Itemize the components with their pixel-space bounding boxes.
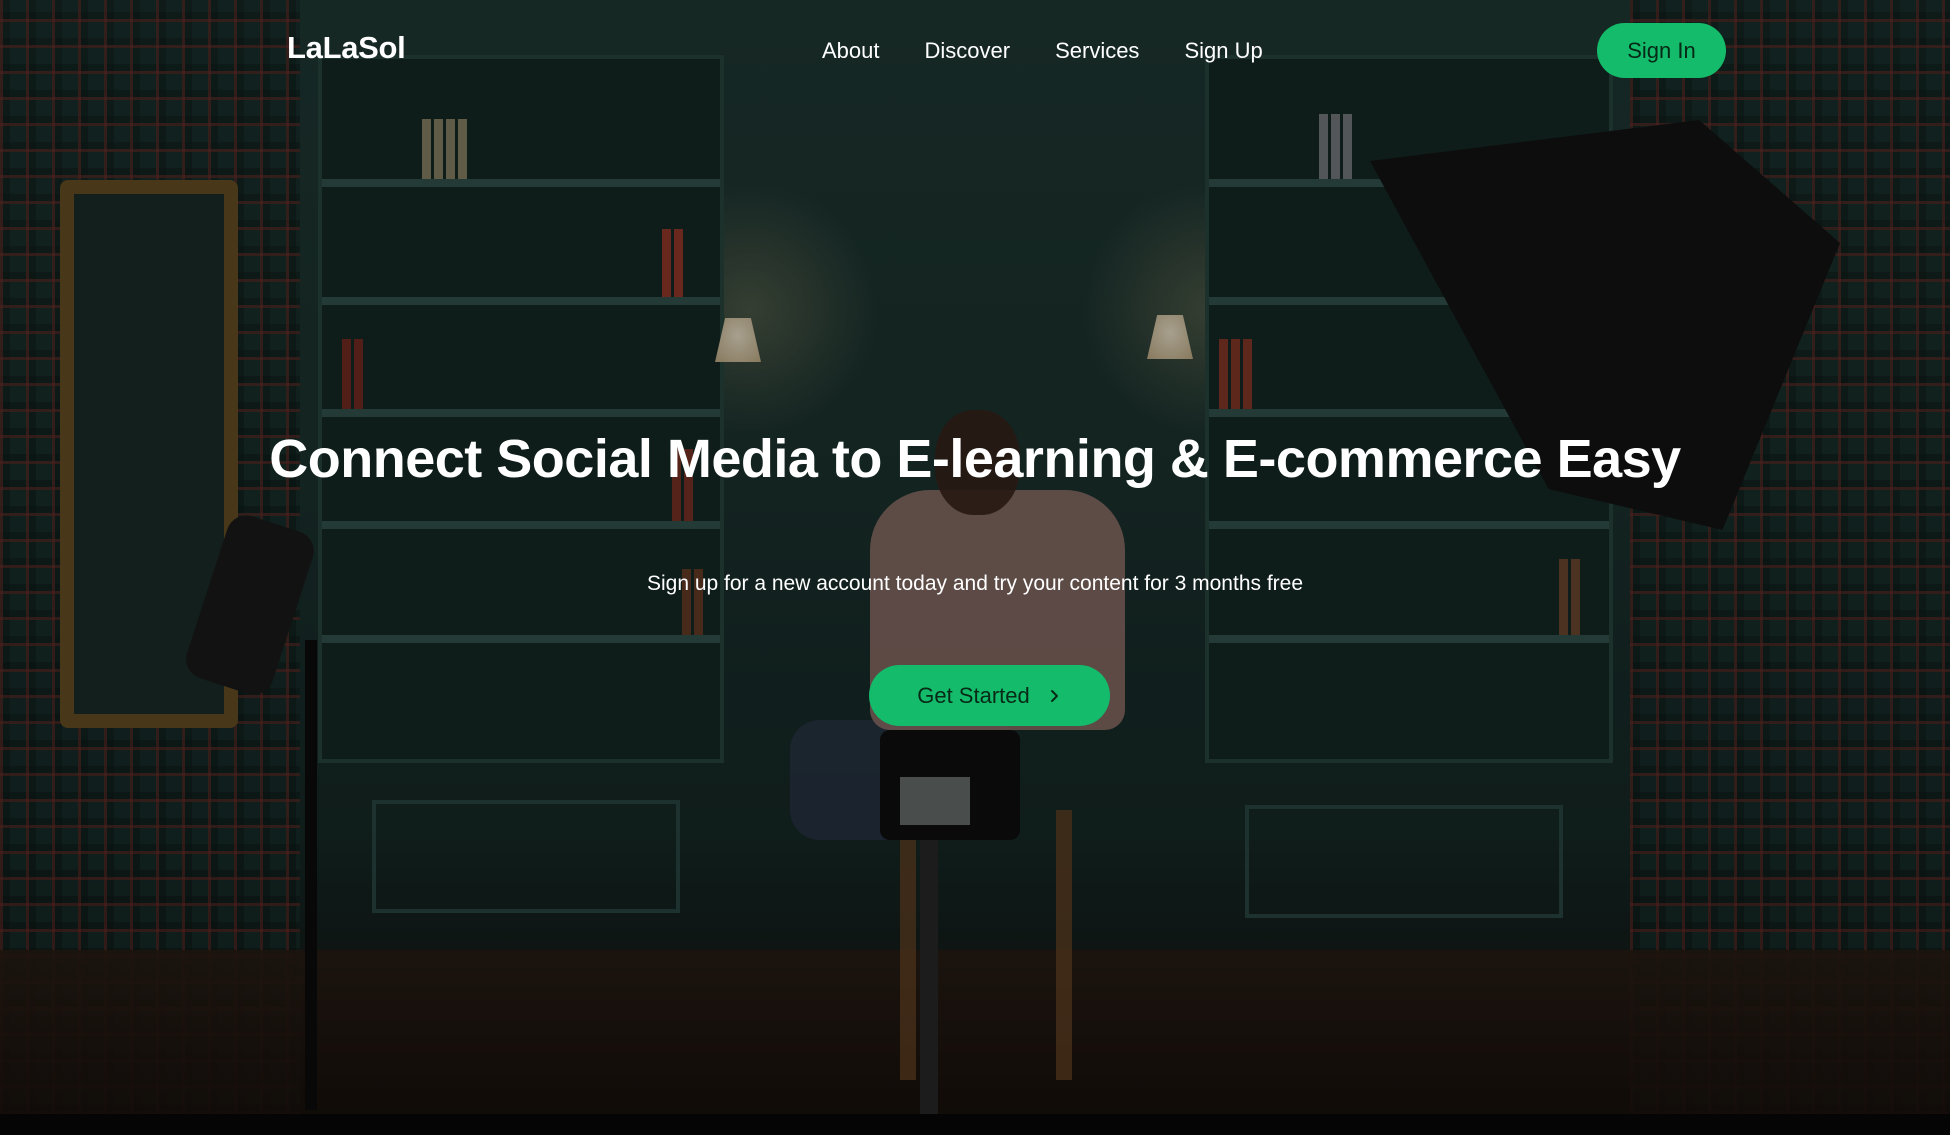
brand-logo[interactable]: LaLaSol (287, 30, 406, 66)
nav-link-sign-up[interactable]: Sign Up (1184, 38, 1262, 64)
background-overlay (0, 0, 1950, 1114)
main-nav: About Discover Services Sign Up (822, 38, 1263, 64)
hero-headline: Connect Social Media to E-learning & E-c… (269, 429, 1681, 489)
get-started-button[interactable]: Get Started (869, 665, 1110, 726)
chevron-right-icon (1050, 689, 1058, 702)
sign-in-button[interactable]: Sign In (1597, 23, 1726, 78)
page-bottom-bar (0, 1114, 1950, 1135)
hero-subheadline: Sign up for a new account today and try … (646, 572, 1304, 595)
hero-section: LaLaSol About Discover Services Sign Up … (0, 0, 1950, 1114)
nav-link-services[interactable]: Services (1055, 38, 1139, 64)
nav-link-about[interactable]: About (822, 38, 880, 64)
nav-link-discover[interactable]: Discover (925, 38, 1011, 64)
get-started-label: Get Started (917, 682, 1030, 708)
